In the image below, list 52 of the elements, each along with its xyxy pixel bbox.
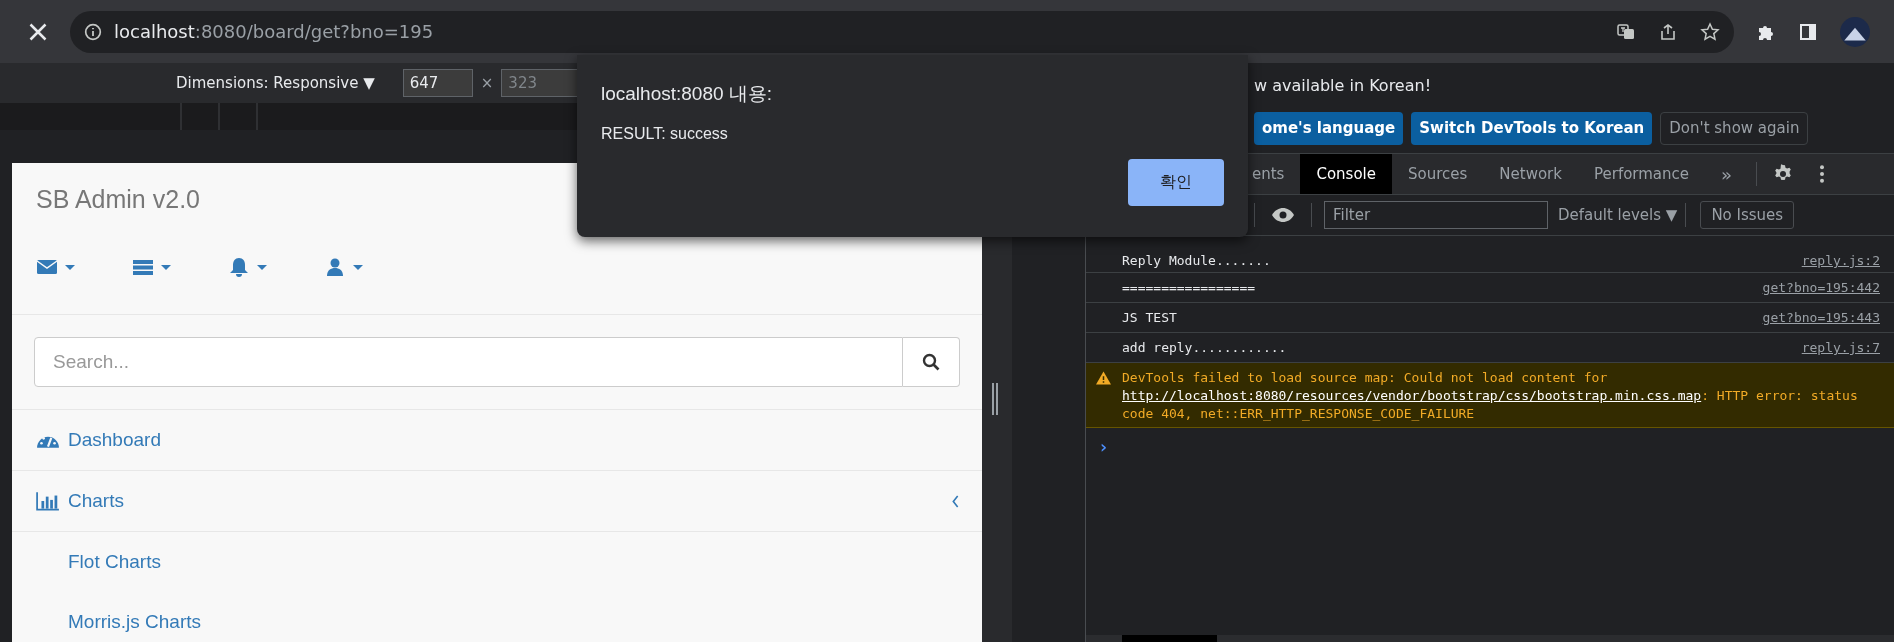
- sidebar-icon[interactable]: [1798, 21, 1818, 42]
- source-link[interactable]: reply.js:7: [1801, 340, 1880, 355]
- filter-field[interactable]: Filter: [1324, 201, 1548, 229]
- search-icon: [922, 353, 940, 371]
- console-message: add reply............: [1122, 340, 1287, 355]
- infobar-message: w available in Korean!: [1254, 75, 1432, 95]
- infobar-button[interactable]: Don't show again: [1660, 111, 1809, 145]
- console-prompt[interactable]: ›: [1098, 436, 1109, 457]
- sidebar-item[interactable]: Charts: [12, 471, 982, 532]
- info-icon[interactable]: [84, 22, 102, 41]
- devtools-tab[interactable]: Console: [1300, 154, 1392, 194]
- more-tabs-button[interactable]: »: [1705, 154, 1749, 194]
- width-field[interactable]: 647: [402, 69, 473, 97]
- devtools-tab[interactable]: Network: [1483, 154, 1578, 194]
- brand-title[interactable]: SB Admin v2.0: [12, 163, 222, 223]
- more-options-icon[interactable]: [1819, 164, 1826, 184]
- search-field[interactable]: Search...: [34, 337, 903, 387]
- eye-icon[interactable]: [1271, 207, 1295, 223]
- warning-message: DevTools failed to load source map: Could not load content for http://localhost:8080/resources/vendor/bootstrap/css/bootstrap.min.css.map: HTTP error: status code 404, net::ERR_HTTP_RESPONSE_CODE_FAILURE: [1122, 369, 1859, 423]
- ok-button[interactable]: 확인: [1128, 159, 1224, 206]
- sidebar-subitem[interactable]: Flot Charts: [12, 532, 161, 592]
- star-icon[interactable]: [1700, 21, 1720, 42]
- source-map-link[interactable]: http://localhost:8080/resources/vendor/bootstrap/css/bootstrap.min.css.map: [1122, 388, 1702, 403]
- bar-chart-icon: [36, 491, 60, 511]
- dialog-title: localhost:8080 내용:: [601, 82, 773, 106]
- source-link[interactable]: get?bno=195:442: [1762, 280, 1880, 295]
- dimensions-dropdown[interactable]: Dimensions: Responsive ▼: [176, 74, 375, 92]
- console-message: =================: [1122, 280, 1256, 295]
- avatar-icon[interactable]: [1840, 16, 1870, 47]
- console-message: Reply Module.......: [1122, 253, 1271, 268]
- address-bar[interactable]: localhost:8080/board/get?bno=195: [70, 10, 1734, 53]
- sidebar-subitem[interactable]: Morris.js Charts: [12, 592, 201, 642]
- close-icon[interactable]: [28, 21, 48, 42]
- infobar-button[interactable]: ome's language: [1254, 111, 1404, 145]
- infobar-button[interactable]: Switch DevTools to Korean: [1411, 111, 1653, 145]
- warning-icon: [1096, 371, 1111, 385]
- share-icon[interactable]: [1658, 21, 1678, 42]
- chevron-icon: [951, 494, 960, 508]
- console-message: JS TEST: [1122, 310, 1177, 325]
- scrollbar-thumb[interactable]: [1122, 635, 1217, 642]
- devtools-tab[interactable]: Sources: [1392, 154, 1484, 194]
- dialog-message: RESULT: success: [601, 125, 728, 143]
- devtools-tab[interactable]: Performance: [1577, 154, 1706, 194]
- search-button[interactable]: [903, 337, 960, 387]
- times-sign: ×: [480, 74, 494, 92]
- resize-handle[interactable]: [992, 383, 998, 415]
- source-link[interactable]: get?bno=195:443: [1762, 310, 1880, 325]
- source-link[interactable]: reply.js:2: [1801, 253, 1880, 268]
- issues-button[interactable]: No Issues: [1700, 201, 1795, 229]
- translate-icon[interactable]: [1616, 21, 1636, 42]
- sidebar-item[interactable]: Dashboard: [12, 410, 982, 471]
- log-levels-dropdown[interactable]: Default levels ▼: [1558, 206, 1678, 224]
